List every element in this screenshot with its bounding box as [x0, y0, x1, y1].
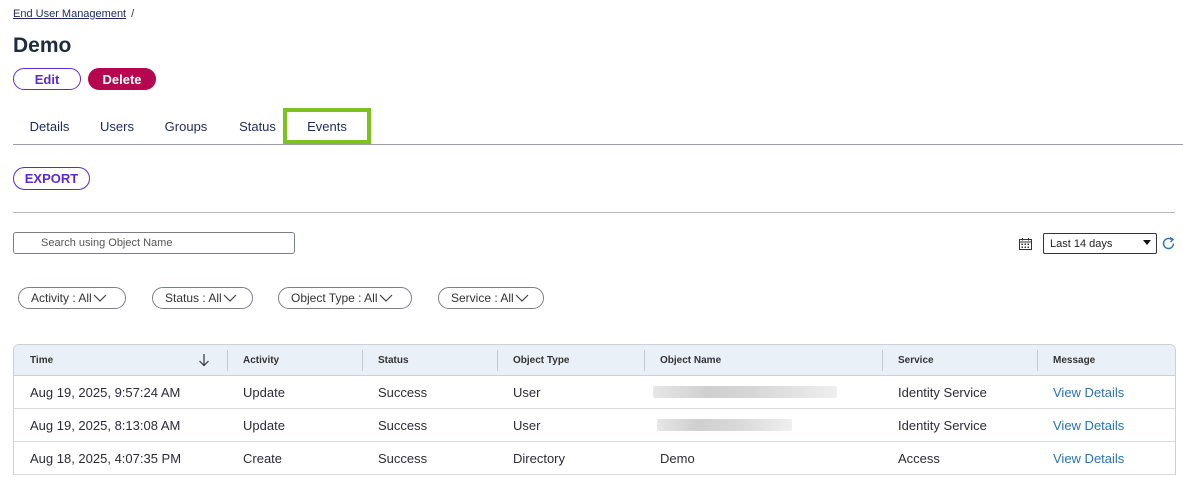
date-range-value: Last 14 days	[1050, 237, 1113, 250]
cell-service: Access	[898, 451, 940, 466]
cell-time: Aug 19, 2025, 8:13:08 AM	[30, 418, 181, 433]
cell-status: Success	[378, 418, 428, 433]
service-filter[interactable]: Service : All	[438, 287, 544, 309]
chevron-down-icon	[515, 294, 529, 302]
redacted-object-name	[657, 419, 792, 431]
table-row: Aug 19, 2025, 8:13:08 AM Update Success …	[14, 409, 1175, 442]
table-row: Aug 19, 2025, 9:57:24 AM Update Success …	[14, 376, 1175, 409]
search-input[interactable]	[13, 232, 295, 254]
column-header-object-type[interactable]: Object Type	[513, 345, 570, 376]
cell-object-name: Demo	[660, 451, 695, 466]
tab-details[interactable]: Details	[17, 108, 82, 144]
tab-users[interactable]: Users	[92, 108, 142, 144]
cell-object-type: Directory	[513, 451, 566, 466]
cell-service: Identity Service	[898, 418, 987, 433]
tab-groups[interactable]: Groups	[156, 108, 216, 144]
column-header-time[interactable]: Time	[30, 345, 53, 376]
cell-activity: Create	[243, 451, 283, 466]
column-separator	[497, 350, 498, 371]
filter-label: Activity : All	[31, 291, 92, 305]
column-separator	[644, 350, 645, 371]
table-header: Time Activity Status Object Type Object …	[14, 345, 1175, 376]
cell-status: Success	[378, 385, 428, 400]
view-details-link[interactable]: View Details	[1053, 442, 1124, 475]
chevron-down-icon	[223, 294, 237, 302]
cell-service: Identity Service	[898, 385, 987, 400]
cell-object-type: User	[513, 418, 541, 433]
breadcrumb-link-end-user-management[interactable]: End User Management	[13, 8, 126, 20]
column-separator	[362, 350, 363, 371]
column-separator	[227, 350, 228, 371]
refresh-icon[interactable]	[1161, 236, 1176, 251]
cell-time: Aug 18, 2025, 4:07:35 PM	[30, 451, 182, 466]
column-header-status[interactable]: Status	[378, 345, 409, 376]
section-divider	[13, 212, 1175, 213]
redacted-object-name	[653, 386, 837, 398]
view-details-link[interactable]: View Details	[1053, 409, 1124, 442]
filter-label: Service : All	[451, 291, 514, 305]
column-header-activity[interactable]: Activity	[243, 345, 279, 376]
calendar-icon[interactable]	[1019, 238, 1032, 250]
date-range-select[interactable]: Last 14 days	[1043, 233, 1157, 254]
cell-status: Success	[378, 451, 428, 466]
sort-arrow-down-icon[interactable]	[198, 353, 210, 367]
column-separator	[882, 350, 883, 371]
tab-status[interactable]: Status	[230, 108, 285, 144]
object-type-filter[interactable]: Object Type : All	[278, 287, 412, 309]
edit-button[interactable]: Edit	[13, 68, 81, 90]
page-title: Demo	[13, 34, 72, 57]
cell-activity: Update	[243, 418, 285, 433]
export-button[interactable]: EXPORT	[13, 167, 90, 190]
chevron-down-icon	[379, 294, 392, 302]
breadcrumb: End User Management /	[13, 8, 134, 20]
status-filter[interactable]: Status : All	[152, 287, 253, 309]
column-header-service[interactable]: Service	[898, 345, 934, 376]
cell-time: Aug 19, 2025, 9:57:24 AM	[30, 385, 181, 400]
column-header-message: Message	[1053, 355, 1096, 366]
breadcrumb-separator: /	[131, 8, 135, 20]
filter-label: Object Type : All	[291, 291, 378, 305]
table-row: Aug 18, 2025, 4:07:35 PM Create Success …	[14, 442, 1175, 475]
tab-bar: Details Users Groups Status Events	[13, 108, 1183, 145]
events-table: Time Activity Status Object Type Object …	[13, 344, 1176, 475]
column-separator	[1037, 350, 1038, 371]
activity-filter[interactable]: Activity : All	[18, 287, 126, 309]
view-details-link[interactable]: View Details	[1053, 376, 1124, 409]
delete-button[interactable]: Delete	[88, 68, 156, 90]
chevron-down-icon	[93, 294, 107, 302]
tab-events[interactable]: Events	[283, 108, 371, 144]
column-header-object-name[interactable]: Object Name	[660, 345, 721, 376]
caret-down-icon	[1143, 240, 1151, 245]
cell-object-type: User	[513, 385, 541, 400]
cell-activity: Update	[243, 385, 285, 400]
filter-label: Status : All	[165, 291, 222, 305]
